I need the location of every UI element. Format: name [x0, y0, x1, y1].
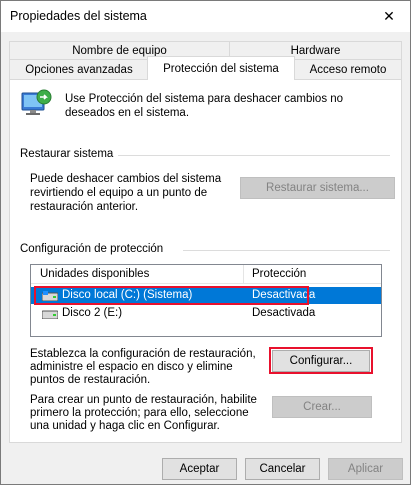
title-bar[interactable]: Propiedades del sistema ✕: [1, 1, 410, 32]
window-title: Propiedades del sistema: [10, 9, 147, 23]
drive-name: Disco 2 (E:): [62, 307, 123, 319]
highlight-box-drive-c: [34, 286, 309, 305]
tab-opciones-avanzadas[interactable]: Opciones avanzadas: [9, 59, 149, 79]
tab-panel: Use Protección del sistema para deshacer…: [9, 79, 402, 443]
protection-divider: [183, 250, 390, 251]
protection-heading: Configuración de protección: [20, 243, 164, 255]
apply-button[interactable]: Aplicar: [328, 458, 403, 480]
restore-heading: Restaurar sistema: [20, 148, 114, 160]
restore-divider: [118, 155, 390, 156]
list-header: Unidades disponibles Protección: [31, 265, 381, 284]
create-button[interactable]: Crear...: [272, 396, 372, 418]
restore-system-button[interactable]: Restaurar sistema...: [240, 177, 395, 199]
intro-text: Use Protección del sistema para deshacer…: [65, 93, 344, 119]
tab-acceso-remoto[interactable]: Acceso remoto: [294, 59, 402, 79]
column-header-drives[interactable]: Unidades disponibles: [40, 268, 149, 280]
drive-icon: [41, 309, 59, 320]
system-properties-window: Propiedades del sistema ✕ Nombre de equi…: [0, 0, 411, 485]
drive-status: Desactivada: [252, 307, 316, 319]
drive-row-e[interactable]: Disco 2 (E:) Desactivada: [31, 305, 381, 322]
ok-button[interactable]: Aceptar: [162, 458, 237, 480]
restore-description: Puede deshacer cambios del sistema revir…: [30, 173, 222, 213]
create-description: Para crear un punto de restauración, hab…: [30, 394, 257, 432]
tab-proteccion-del-sistema[interactable]: Protección del sistema: [147, 56, 295, 80]
column-header-protection[interactable]: Protección: [252, 268, 306, 280]
highlight-box-configure: [269, 347, 373, 374]
close-icon[interactable]: ✕: [374, 3, 404, 29]
column-separator[interactable]: [243, 265, 244, 284]
configure-description: Establezca la configuración de restaurac…: [30, 348, 256, 386]
system-protection-icon: [20, 87, 52, 119]
cancel-button[interactable]: Cancelar: [245, 458, 320, 480]
